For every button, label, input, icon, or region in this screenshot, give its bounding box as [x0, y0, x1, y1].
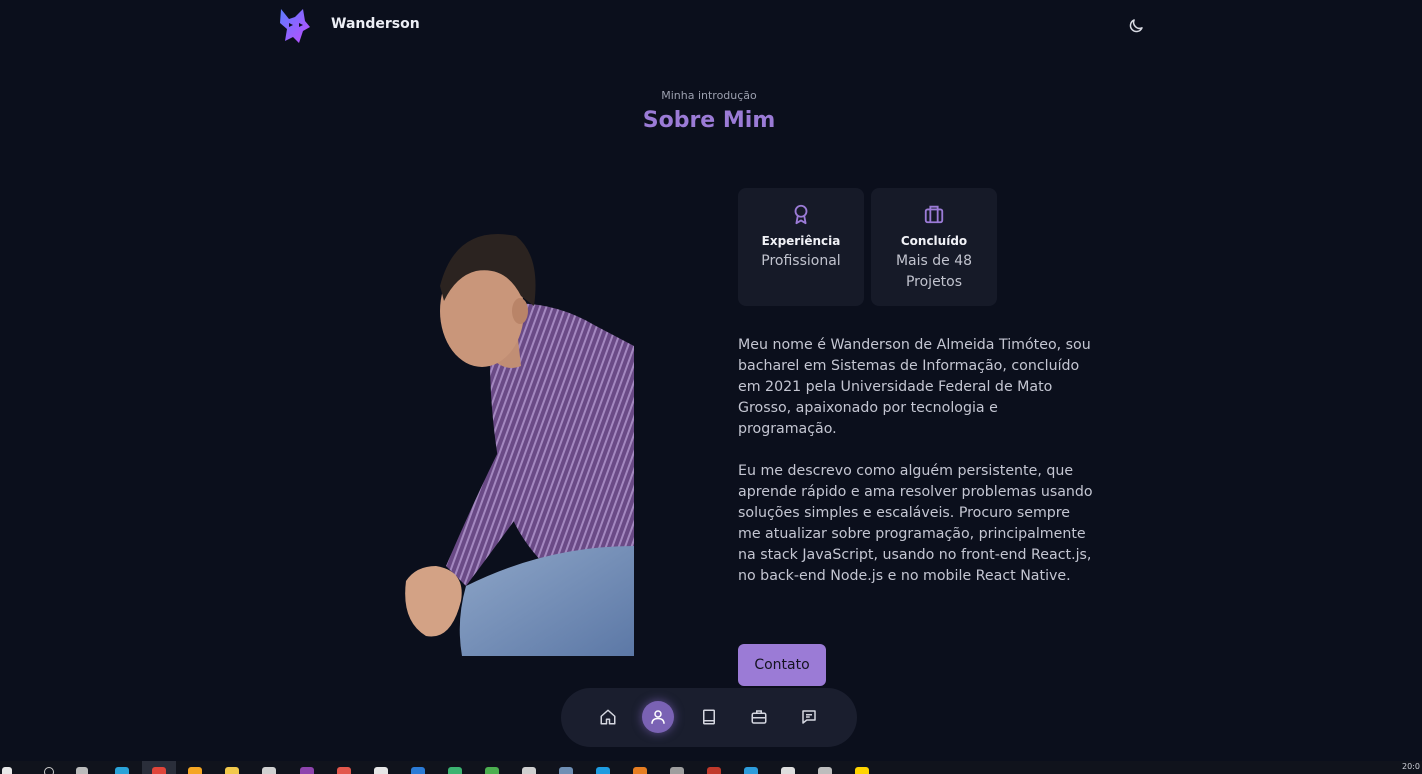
card-text: Mais de 48 Projetos	[895, 253, 973, 290]
app-icon[interactable]	[485, 767, 499, 774]
description-paragraph-1: Meu nome é Wanderson de Almeida Timóteo,…	[738, 337, 1091, 437]
app-icon[interactable]	[781, 767, 795, 774]
nav-portfolio[interactable]	[743, 701, 775, 733]
task-view-icon[interactable]	[76, 767, 88, 774]
app-icon[interactable]	[744, 767, 758, 774]
vscode-icon[interactable]	[411, 767, 425, 774]
app-icon[interactable]	[337, 767, 351, 774]
nav-home[interactable]	[592, 701, 624, 733]
folder-icon[interactable]	[225, 767, 239, 774]
theme-toggle-button[interactable]	[1124, 14, 1148, 38]
moon-icon	[1129, 19, 1143, 33]
brand-name[interactable]: Wanderson	[331, 16, 420, 32]
award-icon	[794, 204, 808, 225]
nav-contact[interactable]	[793, 701, 825, 733]
book-icon	[703, 709, 715, 725]
card-text: Profissional	[761, 253, 841, 269]
app-icon[interactable]	[522, 767, 536, 774]
app-icon[interactable]	[818, 767, 832, 774]
section-subtitle: Minha introdução	[661, 89, 757, 102]
taskbar-clock[interactable]: 20:0	[1402, 762, 1420, 771]
wolf-logo-icon	[280, 9, 310, 43]
user-icon	[651, 710, 665, 724]
logo[interactable]	[277, 7, 313, 45]
completed-card: Concluído Mais de 48 Projetos	[871, 188, 997, 306]
card-title: Experiência	[761, 234, 841, 248]
header: Wanderson	[0, 0, 1422, 52]
profile-photo	[396, 226, 636, 656]
app-icon[interactable]	[374, 767, 388, 774]
message-icon	[802, 710, 816, 724]
page: Wanderson Minha introdução Sobre Mim Exp…	[0, 0, 1422, 774]
app-icon[interactable]	[670, 767, 684, 774]
experience-card: Experiência Profissional	[738, 188, 864, 306]
app-icon[interactable]	[448, 767, 462, 774]
search-icon[interactable]	[44, 767, 54, 774]
app-icon[interactable]	[707, 767, 721, 774]
nav-about[interactable]	[642, 701, 674, 733]
app-icon[interactable]	[633, 767, 647, 774]
os-taskbar: 20:0	[0, 761, 1422, 774]
windows-start-icon[interactable]	[2, 767, 12, 774]
app-icon[interactable]	[188, 767, 202, 774]
chrome-icon[interactable]	[152, 767, 166, 774]
app-icon[interactable]	[262, 767, 276, 774]
briefcase-icon	[924, 205, 944, 224]
description-paragraph-2: Eu me descrevo como alguém persistente, …	[738, 463, 1093, 584]
app-icon[interactable]	[559, 767, 573, 774]
sticky-notes-icon[interactable]	[855, 767, 869, 774]
section-title: Sobre Mim	[642, 108, 776, 133]
nav-skills[interactable]	[693, 701, 725, 733]
briefcase-icon	[751, 710, 767, 724]
app-icon[interactable]	[596, 767, 610, 774]
card-title: Concluído	[900, 234, 968, 248]
edge-icon[interactable]	[115, 767, 129, 774]
home-icon	[600, 709, 616, 725]
app-icon[interactable]	[300, 767, 314, 774]
bottom-nav	[561, 688, 857, 747]
contact-button[interactable]: Contato	[738, 644, 826, 686]
